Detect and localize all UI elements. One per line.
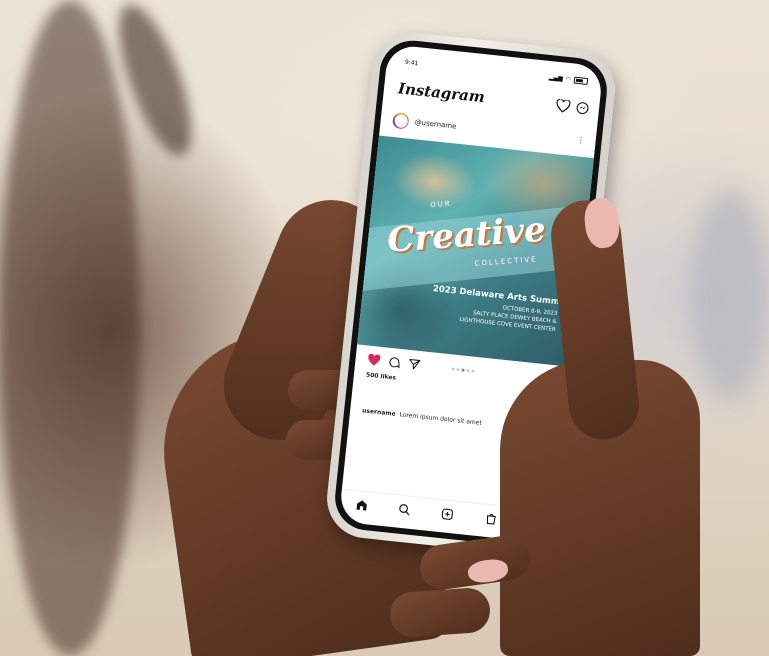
messenger-icon[interactable] — [575, 100, 589, 114]
wifi-icon: ◠ — [565, 75, 572, 83]
battery-icon — [573, 76, 589, 85]
photo-scene: 9:41 ▂▄▆ ◠ Instagram @username ⋮ OUR Cre… — [0, 0, 769, 656]
status-time: 9:41 — [404, 58, 419, 67]
carousel-indicator — [451, 366, 475, 373]
background-object — [690, 190, 769, 400]
avatar[interactable] — [391, 111, 410, 130]
post-caption: username Lorem ipsum dolor sit amet — [362, 407, 482, 427]
post-image-our: OUR — [429, 199, 452, 210]
more-options-icon[interactable]: ⋮ — [576, 135, 586, 145]
carousel-dot — [466, 368, 470, 372]
caption-text: Lorem ipsum dolor sit amet — [399, 411, 483, 427]
shop-icon[interactable] — [484, 511, 498, 525]
post-username[interactable]: @username — [414, 118, 571, 142]
carousel-dot — [471, 368, 475, 373]
share-icon[interactable] — [408, 358, 421, 371]
event-details: 2023 Delaware Arts Summit OCTOBER 8-9, 2… — [429, 284, 567, 335]
right-finger — [388, 586, 492, 639]
carousel-dot-active — [461, 367, 465, 372]
carousel-dot — [456, 367, 460, 371]
app-logo: Instagram — [397, 79, 486, 107]
search-icon[interactable] — [398, 502, 412, 516]
signal-icon: ▂▄▆ — [548, 73, 564, 82]
comment-icon[interactable] — [388, 356, 401, 369]
add-post-icon[interactable] — [441, 507, 455, 521]
like-count[interactable]: 500 likes — [366, 371, 397, 381]
heart-icon[interactable] — [556, 98, 571, 113]
background-hair — [0, 0, 140, 656]
home-icon[interactable] — [355, 498, 369, 512]
heart-filled-icon[interactable] — [367, 353, 381, 367]
caption-username[interactable]: username — [362, 407, 396, 417]
carousel-dot — [451, 366, 455, 371]
